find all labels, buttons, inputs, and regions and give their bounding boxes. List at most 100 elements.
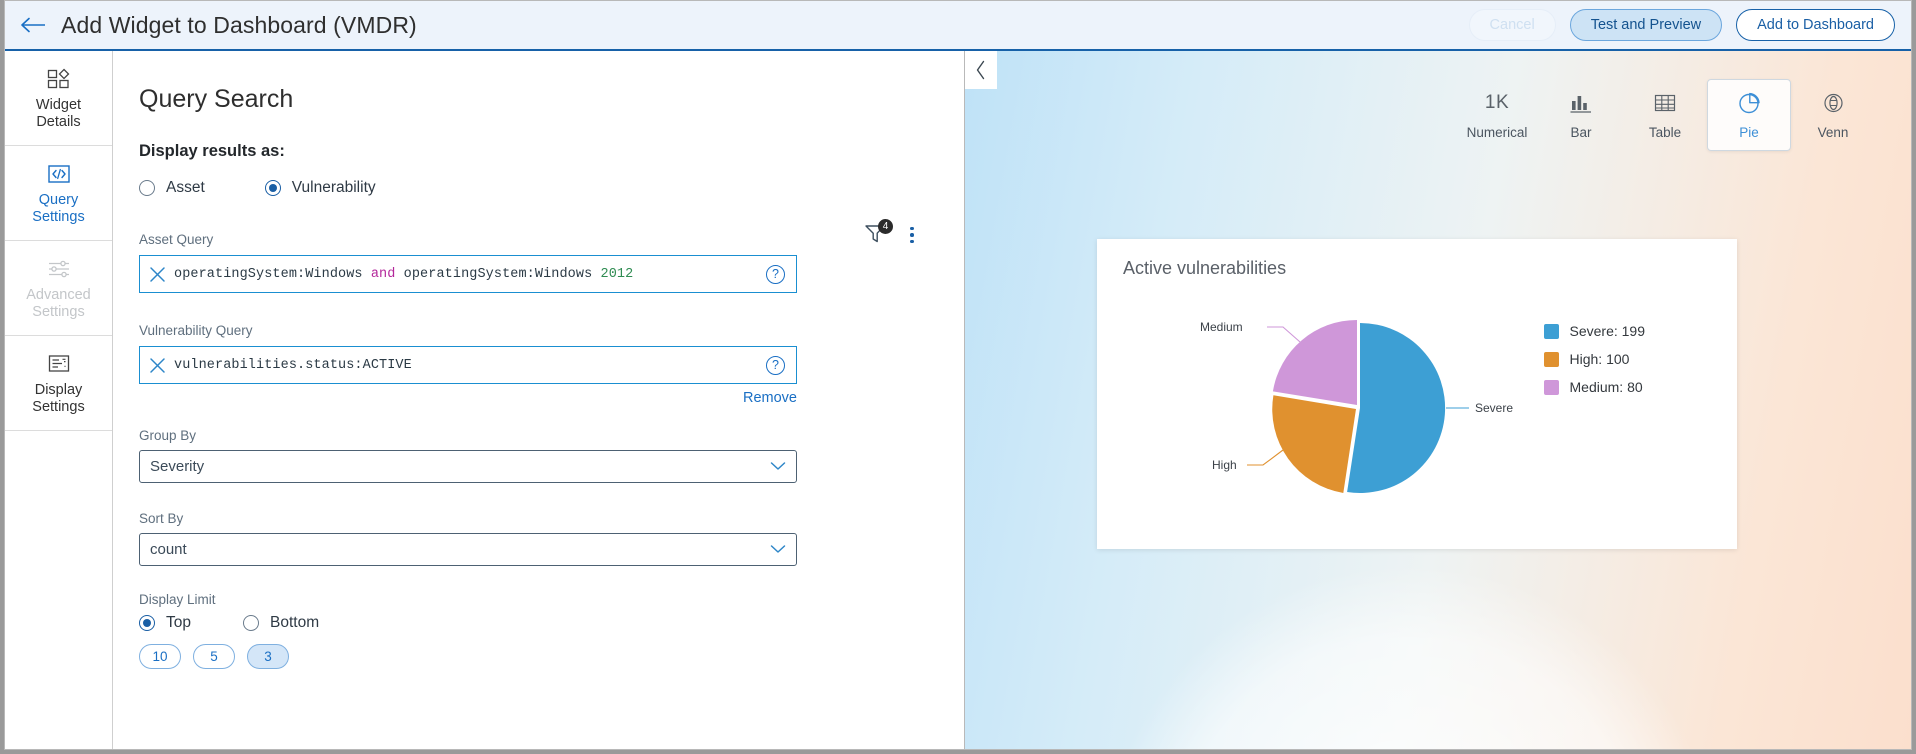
close-x-icon xyxy=(149,266,165,282)
widget-title: Active vulnerabilities xyxy=(1123,258,1287,278)
chevron-left-icon xyxy=(976,60,985,80)
radio-top[interactable]: Top xyxy=(139,614,191,632)
chart-type-table[interactable]: Table xyxy=(1623,79,1707,151)
asset-query-label-row: Asset Query 4 xyxy=(139,219,942,247)
limit-chip-10[interactable]: 10 xyxy=(139,644,181,669)
display-limit-chips: 10 5 3 xyxy=(139,644,942,669)
top-bar: Add Widget to Dashboard (VMDR) Cancel Te… xyxy=(5,1,1911,51)
radio-vulnerability[interactable]: Vulnerability xyxy=(264,179,376,197)
legend-swatch-severe xyxy=(1543,323,1559,339)
radio-top-indicator xyxy=(139,615,155,631)
callout-label-high: High xyxy=(1212,458,1237,472)
query-token-keyword: and xyxy=(370,266,396,282)
chevron-down-icon xyxy=(770,458,786,476)
display-settings-icon xyxy=(46,351,72,377)
display-limit-field: Display Limit Top Bottom 10 5 3 xyxy=(139,592,942,669)
cancel-button[interactable]: Cancel xyxy=(1468,9,1556,41)
collapse-panel-button[interactable] xyxy=(965,51,997,89)
legend-item-high[interactable]: High: 100 xyxy=(1543,351,1646,367)
filter-button[interactable]: 4 xyxy=(864,219,893,247)
query-settings-panel: Query Search Display results as: Asset V… xyxy=(113,51,965,749)
chart-type-numerical[interactable]: 1K Numerical xyxy=(1455,79,1539,151)
chart-type-pie[interactable]: Pie xyxy=(1707,79,1791,151)
widget-details-icon xyxy=(46,66,72,92)
panel-heading: Query Search xyxy=(139,85,294,113)
rail-label-line2: Settings xyxy=(32,398,85,415)
asset-query-input[interactable]: operatingSystem:Windows and operatingSys… xyxy=(139,255,797,293)
callout-line-high xyxy=(1247,449,1284,466)
limit-chip-3[interactable]: 3 xyxy=(247,644,289,669)
chart-type-label: Venn xyxy=(1817,125,1849,140)
back-button[interactable] xyxy=(19,10,49,40)
kebab-menu-icon[interactable] xyxy=(904,226,920,244)
result-type-radio-group: Asset Vulnerability xyxy=(139,179,942,197)
query-token-plain-2: operatingSystem:Windows xyxy=(395,266,601,282)
sort-by-field: Sort By count xyxy=(139,511,942,566)
radio-bottom-indicator xyxy=(243,615,259,631)
group-by-value: Severity xyxy=(150,458,205,475)
legend-swatch-high xyxy=(1543,351,1559,367)
rail-label-line1: Display xyxy=(34,381,83,398)
pie-slice-high[interactable] xyxy=(1272,395,1356,493)
chart-type-label: Bar xyxy=(1570,125,1592,140)
body-split: Widget Details Query Settings Advanced S… xyxy=(5,51,1911,749)
asset-query-tools: 4 xyxy=(864,219,942,247)
test-and-preview-button[interactable]: Test and Preview xyxy=(1569,9,1723,41)
radio-vulnerability-label: Vulnerability xyxy=(291,179,376,196)
group-by-select[interactable]: Severity xyxy=(139,450,797,483)
radio-asset[interactable]: Asset xyxy=(139,179,205,197)
callout-label-medium: Medium xyxy=(1200,320,1243,334)
vulnerability-query-help-button[interactable]: ? xyxy=(766,355,785,375)
legend-item-severe[interactable]: Severe: 199 xyxy=(1543,323,1645,339)
legend-swatch-medium xyxy=(1543,379,1559,395)
chart-type-label: Numerical xyxy=(1466,125,1528,140)
radio-bottom[interactable]: Bottom xyxy=(243,614,319,632)
legend-item-medium[interactable]: Medium: 80 xyxy=(1543,379,1646,395)
sort-by-value: count xyxy=(150,541,187,558)
sort-by-label: Sort By xyxy=(139,511,184,526)
rail-label-line2: Settings xyxy=(32,303,85,320)
sidebar-item-query-settings[interactable]: Query Settings xyxy=(5,146,112,241)
pie-slice-severe[interactable] xyxy=(1347,322,1446,493)
arrow-left-icon xyxy=(21,17,45,33)
filter-badge: 4 xyxy=(878,219,893,234)
radio-top-label: Top xyxy=(166,614,191,631)
pie-chart-svg: Severe High Medium xyxy=(1200,319,1513,493)
chart-type-bar[interactable]: Bar xyxy=(1539,79,1623,151)
venn-diagram-icon xyxy=(1821,90,1846,116)
widget-preview-card: Active vulnerabilities Severe High Mediu… xyxy=(1097,239,1737,549)
chart-type-selector: 1K Numerical Bar Table Pie Venn xyxy=(1455,79,1875,151)
numeric-1k-icon: 1K xyxy=(1485,90,1509,116)
legend-label-high: High: 100 xyxy=(1569,351,1630,367)
asset-query-clear-button[interactable] xyxy=(140,266,174,283)
sidebar-item-display-settings[interactable]: Display Settings xyxy=(5,336,112,431)
table-grid-icon xyxy=(1653,90,1677,116)
sidebar-item-advanced-settings[interactable]: Advanced Settings xyxy=(5,241,112,336)
radio-bottom-label: Bottom xyxy=(270,614,320,631)
limit-chip-5[interactable]: 5 xyxy=(193,644,235,669)
radio-vulnerability-indicator xyxy=(264,180,281,196)
query-token-plain: operatingSystem:Windows xyxy=(174,266,371,282)
chevron-down-icon xyxy=(770,541,786,559)
asset-query-help-button[interactable]: ? xyxy=(766,264,785,284)
sidebar-item-widget-details[interactable]: Widget Details xyxy=(5,51,112,146)
remove-link[interactable]: Remove xyxy=(743,390,797,406)
step-rail: Widget Details Query Settings Advanced S… xyxy=(5,51,113,749)
page-title: Add Widget to Dashboard (VMDR) xyxy=(61,11,417,38)
chart-type-venn[interactable]: Venn xyxy=(1791,79,1875,151)
vulnerability-query-input[interactable]: vulnerabilities.status:ACTIVE ? xyxy=(139,346,797,384)
numeric-1k-glyph: 1K xyxy=(1484,92,1510,113)
sidebar-item-label: Widget Details xyxy=(36,97,81,131)
vulnerability-query-text: vulnerabilities.status:ACTIVE xyxy=(174,357,412,373)
radio-asset-indicator xyxy=(139,180,155,196)
display-results-label: Display results as: xyxy=(139,142,285,160)
add-to-dashboard-button[interactable]: Add to Dashboard xyxy=(1736,9,1895,41)
chart-legend: Severe: 199 High: 100 Medium: 80 xyxy=(1543,323,1646,395)
sort-by-select[interactable]: count xyxy=(139,533,797,566)
rail-label-line1: Advanced xyxy=(26,286,91,303)
preview-pane: 1K Numerical Bar Table Pie Venn Active v… xyxy=(965,51,1911,749)
rail-label-line2: Settings xyxy=(32,208,85,225)
pie-slice-medium[interactable] xyxy=(1272,319,1357,405)
vulnerability-query-clear-button[interactable] xyxy=(140,357,174,374)
radio-asset-label: Asset xyxy=(166,179,205,196)
